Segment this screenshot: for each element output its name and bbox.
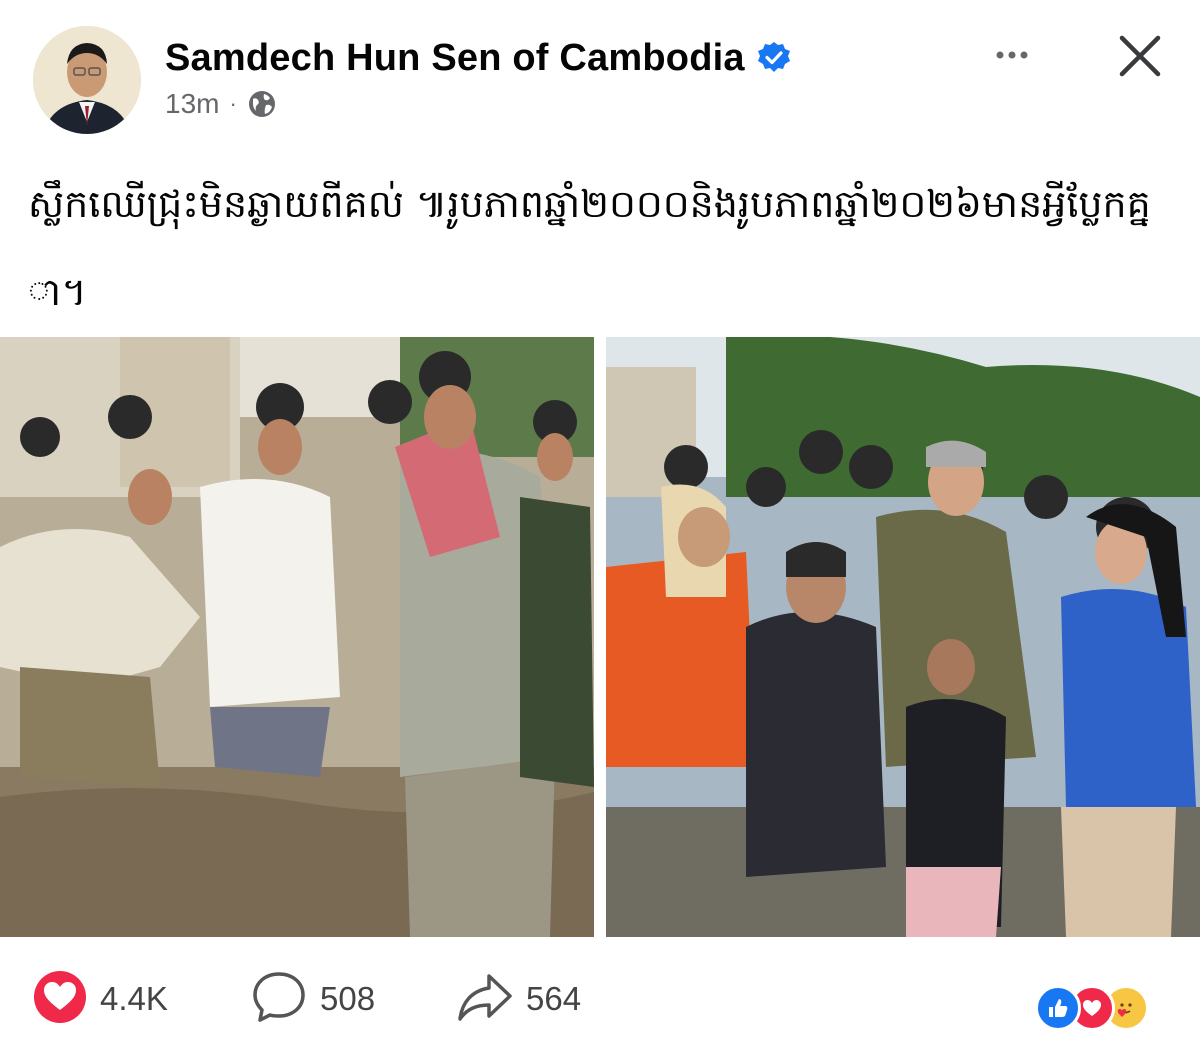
flood-photo-left — [0, 337, 594, 937]
flood-photo-right — [606, 337, 1200, 937]
avatar-portrait — [33, 26, 141, 134]
comment-count: 508 — [320, 980, 376, 1017]
share-count: 564 — [526, 980, 582, 1017]
globe-icon — [247, 89, 277, 119]
more-options-icon[interactable] — [992, 40, 1032, 70]
like-reaction-icon — [1035, 985, 1081, 1031]
author-avatar[interactable] — [33, 26, 141, 134]
comment-button[interactable]: 508 — [250, 960, 375, 1038]
share-button[interactable]: 564 — [456, 960, 581, 1038]
like-count: 4.4K — [100, 980, 168, 1017]
author-name[interactable]: Samdech Hun Sen of Cambodia — [165, 37, 745, 80]
meta-separator: · — [229, 91, 237, 116]
post-photo-2000[interactable] — [0, 337, 594, 937]
author-row: Samdech Hun Sen of Cambodia — [165, 36, 791, 80]
close-icon[interactable] — [1112, 28, 1168, 84]
post-header: Samdech Hun Sen of Cambodia 13m · — [0, 0, 1200, 140]
comment-bubble-icon — [250, 968, 308, 1031]
post-timestamp[interactable]: 13m — [165, 88, 219, 120]
like-button[interactable]: 4.4K — [32, 960, 168, 1038]
post-photo-2026[interactable] — [606, 337, 1200, 937]
heart-icon — [32, 969, 88, 1030]
post-caption: ស្លឹកឈើជ្រុះមិនឆ្ងាយពីគល់ ៕រូបភាពឆ្នាំ២០… — [28, 182, 1151, 314]
verified-badge-icon — [757, 41, 791, 75]
share-arrow-icon — [456, 968, 514, 1031]
reaction-summary[interactable] — [1035, 985, 1175, 1037]
post-meta: 13m · — [165, 88, 277, 120]
post-actions-bar: 4.4K 508 564 — [0, 960, 1200, 1040]
